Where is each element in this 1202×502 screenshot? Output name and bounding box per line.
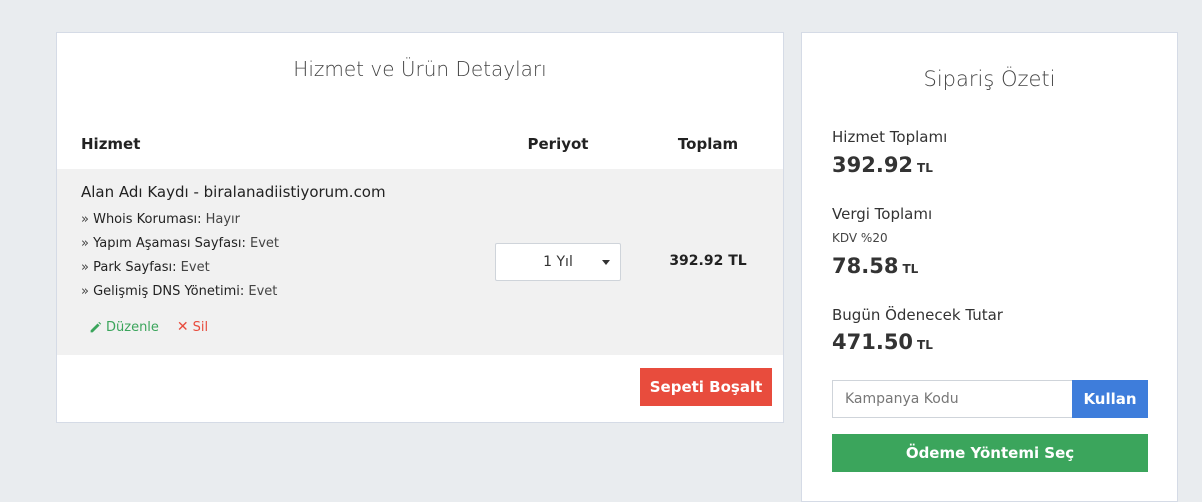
detail-prefix: » <box>81 260 94 275</box>
tax-total-label: Vergi Toplamı <box>832 205 933 223</box>
cart-title: Hizmet ve Ürün Detayları <box>293 57 547 81</box>
period-select[interactable]: 1 Yıl <box>495 243 621 281</box>
service-total-amount: 392.92 <box>832 153 914 177</box>
delete-link[interactable]: ✕ Sil <box>177 319 208 335</box>
currency-label: TL <box>917 338 933 352</box>
due-today-amount: 471.50 <box>832 330 914 354</box>
detail-value: Evet <box>176 260 210 275</box>
detail-park-page: » Park Sayfası: Evet <box>81 260 210 275</box>
period-value: 1 Yıl <box>543 254 573 270</box>
detail-value: Evet <box>244 284 278 299</box>
detail-key: Yapım Aşaması Sayfası: <box>93 236 246 251</box>
cart-card: Hizmet ve Ürün Detayları Hizmet Periyot … <box>56 32 784 423</box>
coupon-form: Kullan <box>832 380 1148 418</box>
empty-cart-button[interactable]: Sepeti Boşalt <box>640 368 772 406</box>
item-total: 392.92 TL <box>669 253 747 269</box>
detail-key: Gelişmiş DNS Yönetimi: <box>93 284 245 299</box>
column-header-service: Hizmet <box>81 135 141 153</box>
detail-value: Hayır <box>201 212 240 227</box>
detail-prefix: » <box>81 236 94 251</box>
product-name: Alan Adı Kaydı - biralanadiistiyorum.com <box>81 183 386 201</box>
due-today-label: Bugün Ödenecek Tutar <box>832 306 1003 324</box>
tax-total-amount: 78.58 <box>832 254 899 278</box>
detail-key: Park Sayfası: <box>93 260 177 275</box>
tax-rate-label: KDV %20 <box>832 231 888 245</box>
column-header-period: Periyot <box>527 135 589 153</box>
detail-value: Evet <box>245 236 280 251</box>
delete-label: Sil <box>192 319 209 335</box>
currency-label: TL <box>902 262 919 276</box>
coupon-input[interactable] <box>832 380 1072 418</box>
currency-label: TL <box>917 161 933 175</box>
item-actions: Düzenle ✕ Sil <box>89 319 208 335</box>
detail-prefix: » <box>81 284 94 299</box>
close-icon: ✕ <box>176 319 189 335</box>
detail-key: Whois Koruması: <box>93 212 202 227</box>
detail-whois: » Whois Koruması: Hayır <box>81 212 240 227</box>
summary-title: Sipariş Özeti <box>923 67 1056 91</box>
edit-label: Düzenle <box>106 319 159 335</box>
service-total-value: 392.92 TL <box>832 153 933 177</box>
detail-construction-page: » Yapım Aşaması Sayfası: Evet <box>81 236 279 251</box>
pencil-icon <box>90 321 102 332</box>
service-total-label: Hizmet Toplamı <box>832 128 948 146</box>
tax-total-value: 78.58 TL <box>832 254 918 278</box>
caret-down-icon <box>602 260 610 265</box>
detail-dns: » Gelişmiş DNS Yönetimi: Evet <box>81 284 277 299</box>
order-summary-card: Sipariş Özeti Hizmet Toplamı 392.92 TL Ve… <box>801 32 1178 502</box>
apply-coupon-button[interactable]: Kullan <box>1072 380 1148 418</box>
choose-payment-button[interactable]: Ödeme Yöntemi Seç <box>832 434 1148 472</box>
detail-prefix: » <box>81 212 94 227</box>
edit-link[interactable]: Düzenle <box>89 319 159 335</box>
column-header-total: Toplam <box>677 135 739 153</box>
due-today-value: 471.50 TL <box>832 330 933 354</box>
